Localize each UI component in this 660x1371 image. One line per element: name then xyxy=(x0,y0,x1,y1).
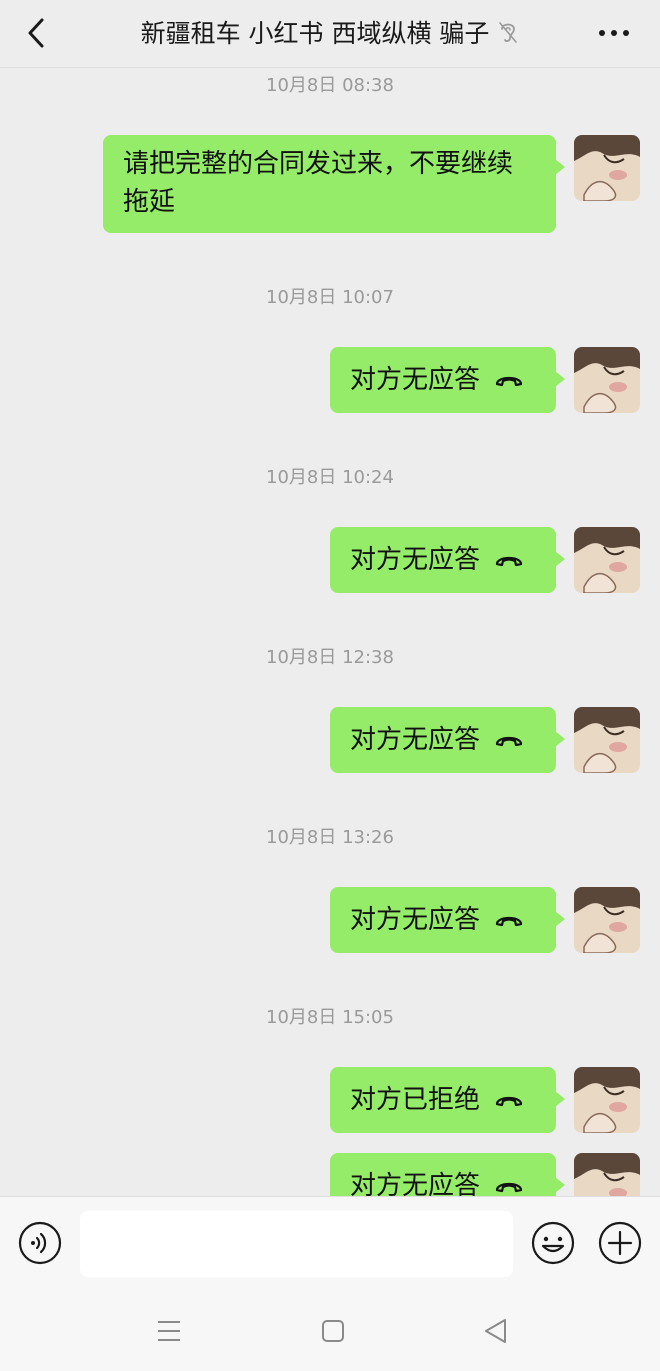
call-status-text: 对方无应答 xyxy=(350,545,481,575)
avatar[interactable] xyxy=(574,347,640,413)
avatar[interactable] xyxy=(574,135,640,201)
phone-hangup-icon xyxy=(495,736,523,747)
timestamp: 10月8日 13:26 xyxy=(266,827,394,848)
call-bubble[interactable]: 对方无应答 xyxy=(330,707,565,773)
call-bubble[interactable]: 对方已拒绝 xyxy=(330,1067,565,1133)
menu-icon[interactable] xyxy=(156,1319,182,1343)
message-text: 请把完整的合同发过来，不要继续拖延 xyxy=(123,149,514,217)
call-status-text: 对方无应答 xyxy=(350,1171,481,1196)
more-icon[interactable] xyxy=(596,26,632,40)
timestamp: 10月8日 10:07 xyxy=(266,287,394,308)
back-icon[interactable] xyxy=(22,16,52,50)
phone-hangup-icon xyxy=(495,1096,523,1107)
call-bubble[interactable]: 对方无应答 xyxy=(330,347,565,413)
phone-hangup-icon xyxy=(495,1182,523,1193)
title-wrap: 新疆租车 小红书 西域纵横 骗子 xyxy=(60,12,600,52)
voice-icon[interactable] xyxy=(18,1221,62,1265)
ear-icon xyxy=(499,22,518,43)
input-bar xyxy=(0,1196,660,1291)
call-status-text: 对方无应答 xyxy=(350,725,481,755)
call-bubble[interactable]: 对方无应答 xyxy=(330,887,565,953)
chat-messages[interactable]: 10月8日 08:38 请把完整的合同发过来，不要继续拖延 10月8日 10:0… xyxy=(0,69,660,1196)
avatar[interactable] xyxy=(574,707,640,773)
nav-back-triangle-icon[interactable] xyxy=(483,1317,509,1345)
message-input[interactable] xyxy=(80,1211,513,1277)
call-bubble[interactable]: 对方无应答 xyxy=(330,1153,565,1196)
avatar[interactable] xyxy=(574,1153,640,1196)
chat-title: 新疆租车 小红书 西域纵横 骗子 xyxy=(140,19,490,48)
timestamp: 10月8日 10:24 xyxy=(266,467,394,488)
home-square-icon[interactable] xyxy=(321,1319,345,1343)
timestamp: 10月8日 12:38 xyxy=(266,647,394,668)
phone-hangup-icon xyxy=(495,376,523,387)
system-navbar xyxy=(0,1291,660,1371)
call-status-text: 对方无应答 xyxy=(350,365,481,395)
phone-hangup-icon xyxy=(495,556,523,567)
emoji-icon[interactable] xyxy=(531,1221,575,1265)
timestamp: 10月8日 08:38 xyxy=(266,75,394,96)
plus-icon[interactable] xyxy=(598,1221,642,1265)
chat-header: 新疆租车 小红书 西域纵横 骗子 xyxy=(0,0,660,68)
timestamp: 10月8日 15:05 xyxy=(266,1007,394,1028)
call-status-text: 对方已拒绝 xyxy=(350,1085,481,1115)
avatar[interactable] xyxy=(574,527,640,593)
message-bubble[interactable]: 请把完整的合同发过来，不要继续拖延 xyxy=(103,135,565,233)
avatar[interactable] xyxy=(574,1067,640,1133)
call-bubble[interactable]: 对方无应答 xyxy=(330,527,565,593)
phone-hangup-icon xyxy=(495,916,523,927)
avatar[interactable] xyxy=(574,887,640,953)
call-status-text: 对方无应答 xyxy=(350,905,481,935)
